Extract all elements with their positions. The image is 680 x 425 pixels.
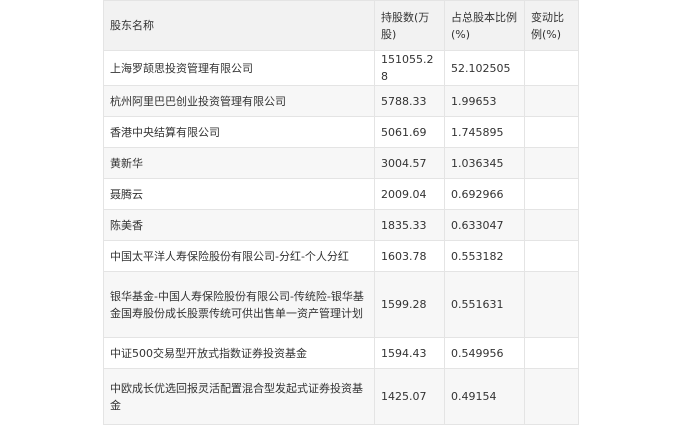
cell-change <box>524 85 579 117</box>
cell-ratio: 1.99653 <box>444 85 525 117</box>
table-row: 陈美香 1835.33 0.633047 <box>103 209 579 241</box>
table-row: 上海罗颉思投资管理有限公司 151055.28 52.102505 <box>103 50 579 86</box>
shareholder-table-container: 股东名称 持股数(万股) 占总股本比例(%) 变动比例(%) 上海罗颉思投资管理… <box>103 0 579 425</box>
cell-change <box>524 368 579 425</box>
cell-change <box>524 337 579 369</box>
cell-shares: 1835.33 <box>374 209 445 241</box>
cell-shares: 5788.33 <box>374 85 445 117</box>
table-row: 黄新华 3004.57 1.036345 <box>103 147 579 179</box>
cell-change <box>524 178 579 210</box>
header-shareholder-name: 股东名称 <box>103 0 375 51</box>
cell-ratio: 1.745895 <box>444 116 525 148</box>
table-row: 银华基金-中国人寿保险股份有限公司-传统险-银华基金国寿股份成长股票传统可供出售… <box>103 271 579 338</box>
cell-ratio: 1.036345 <box>444 147 525 179</box>
cell-name: 银华基金-中国人寿保险股份有限公司-传统险-银华基金国寿股份成长股票传统可供出售… <box>103 271 375 338</box>
cell-change <box>524 50 579 86</box>
cell-shares: 2009.04 <box>374 178 445 210</box>
table-row: 中国太平洋人寿保险股份有限公司-分红-个人分红 1603.78 0.553182 <box>103 240 579 272</box>
shareholder-table: 股东名称 持股数(万股) 占总股本比例(%) 变动比例(%) 上海罗颉思投资管理… <box>103 0 579 425</box>
cell-change <box>524 240 579 272</box>
table-row: 中欧成长优选回报灵活配置混合型发起式证券投资基金 1425.07 0.49154 <box>103 368 579 425</box>
cell-change <box>524 209 579 241</box>
cell-shares: 5061.69 <box>374 116 445 148</box>
header-share-ratio: 占总股本比例(%) <box>444 0 525 51</box>
cell-name: 聂腾云 <box>103 178 375 210</box>
cell-ratio: 0.633047 <box>444 209 525 241</box>
cell-name: 中欧成长优选回报灵活配置混合型发起式证券投资基金 <box>103 368 375 425</box>
cell-shares: 1594.43 <box>374 337 445 369</box>
table-row: 香港中央结算有限公司 5061.69 1.745895 <box>103 116 579 148</box>
table-row: 杭州阿里巴巴创业投资管理有限公司 5788.33 1.99653 <box>103 85 579 117</box>
header-change-ratio: 变动比例(%) <box>524 0 579 51</box>
cell-name: 陈美香 <box>103 209 375 241</box>
table-row: 中证500交易型开放式指数证券投资基金 1594.43 0.549956 <box>103 337 579 369</box>
cell-shares: 1603.78 <box>374 240 445 272</box>
header-shares-held: 持股数(万股) <box>374 0 445 51</box>
cell-ratio: 0.551631 <box>444 271 525 338</box>
cell-name: 杭州阿里巴巴创业投资管理有限公司 <box>103 85 375 117</box>
cell-name: 香港中央结算有限公司 <box>103 116 375 148</box>
cell-name: 中证500交易型开放式指数证券投资基金 <box>103 337 375 369</box>
cell-change <box>524 116 579 148</box>
cell-ratio: 0.692966 <box>444 178 525 210</box>
cell-shares: 1425.07 <box>374 368 445 425</box>
cell-change <box>524 271 579 338</box>
cell-name: 上海罗颉思投资管理有限公司 <box>103 50 375 86</box>
cell-ratio: 0.49154 <box>444 368 525 425</box>
cell-name: 黄新华 <box>103 147 375 179</box>
cell-shares: 3004.57 <box>374 147 445 179</box>
table-row: 聂腾云 2009.04 0.692966 <box>103 178 579 210</box>
cell-ratio: 0.549956 <box>444 337 525 369</box>
cell-change <box>524 147 579 179</box>
cell-shares: 1599.28 <box>374 271 445 338</box>
cell-ratio: 52.102505 <box>444 50 525 86</box>
table-header-row: 股东名称 持股数(万股) 占总股本比例(%) 变动比例(%) <box>103 0 579 51</box>
cell-name: 中国太平洋人寿保险股份有限公司-分红-个人分红 <box>103 240 375 272</box>
cell-shares: 151055.28 <box>374 50 445 86</box>
cell-ratio: 0.553182 <box>444 240 525 272</box>
